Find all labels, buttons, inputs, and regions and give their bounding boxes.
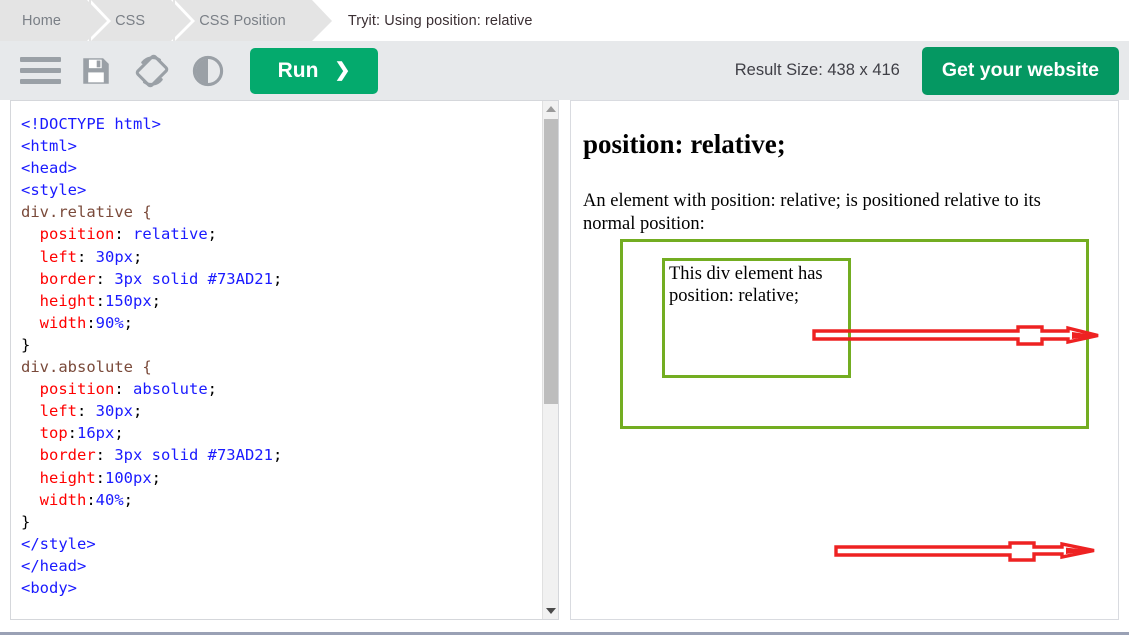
editor-scrollbar[interactable] — [542, 101, 558, 619]
change-orientation-button[interactable] — [124, 47, 180, 95]
floppy-disk-save-icon — [83, 57, 109, 84]
code-editor-pane[interactable]: <!DOCTYPE html> <html> <head> <style> di… — [10, 100, 559, 620]
save-button[interactable] — [68, 47, 124, 95]
breadcrumb-item-current: Tryit: Using position: relative — [314, 0, 559, 41]
editor-scrollbar-thumb[interactable] — [544, 119, 558, 404]
breadcrumb-label: Home — [22, 12, 62, 29]
dark-mode-contrast-icon — [192, 55, 224, 86]
get-your-website-button[interactable]: Get your website — [921, 46, 1119, 95]
result-content: position: relative; An element with posi… — [571, 101, 1118, 619]
chevron-right-icon: ❯ — [334, 60, 351, 81]
run-button-label: Run — [277, 58, 319, 82]
breadcrumb-label: Tryit: Using position: relative — [347, 12, 533, 29]
result-pane: position: relative; An element with posi… — [570, 100, 1119, 620]
absolute-position-box: This div element has position: relative; — [662, 258, 851, 378]
toolbar: Run ❯ Result Size: 438 x 416 Get your we… — [0, 41, 1129, 100]
relative-position-box: This div element has position: relative; — [620, 239, 1089, 429]
code-editor-text[interactable]: <!DOCTYPE html> <html> <head> <style> di… — [11, 101, 558, 599]
menu-button[interactable] — [12, 47, 68, 95]
breadcrumb-item-home[interactable]: Home — [0, 0, 112, 41]
run-button[interactable]: Run ❯ — [250, 47, 378, 94]
rotate-layout-icon — [135, 54, 169, 87]
scroll-down-arrow-icon[interactable] — [543, 603, 558, 619]
breadcrumb-label: CSS — [115, 12, 146, 29]
result-heading: position: relative; — [583, 129, 786, 159]
hamburger-menu-icon — [19, 57, 61, 84]
dark-mode-toggle-button[interactable] — [180, 47, 236, 95]
result-paragraph: An element with position: relative; is p… — [583, 191, 1041, 234]
scroll-up-arrow-icon[interactable] — [543, 101, 558, 117]
breadcrumb: Home CSS CSS Position Tryit: Using posit… — [0, 0, 1129, 41]
result-size-label: Result Size: 438 x 416 — [734, 61, 900, 79]
breadcrumb-label: CSS Position — [199, 12, 286, 29]
editor-result-split: <!DOCTYPE html> <html> <head> <style> di… — [0, 100, 1129, 627]
